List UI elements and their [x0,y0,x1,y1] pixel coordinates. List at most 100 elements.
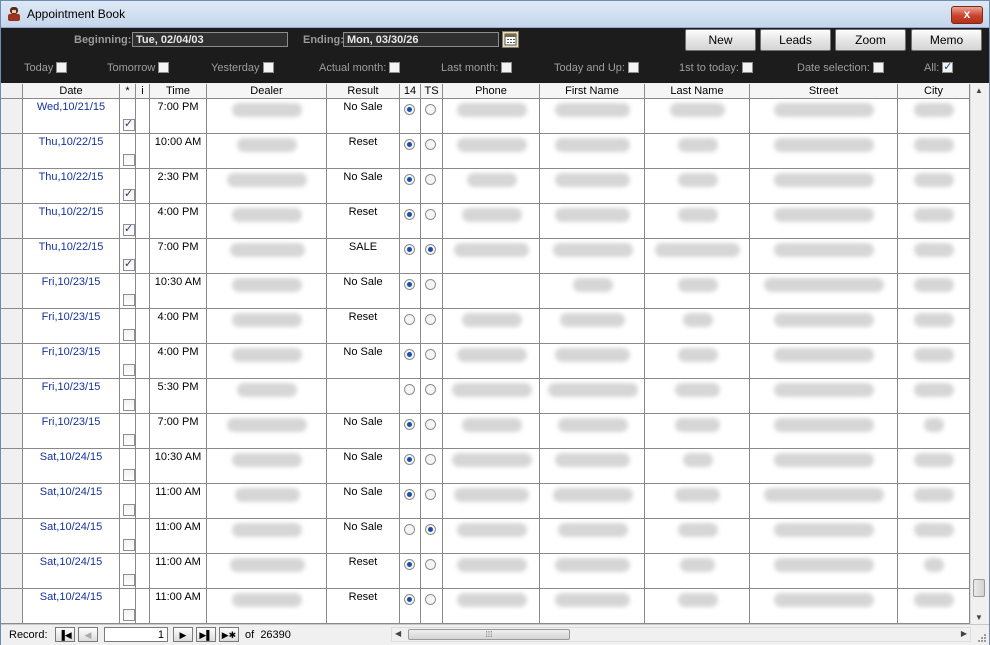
column-header-first-name[interactable]: First Name [540,84,645,99]
filter-today-and-up[interactable]: Today and Up: [554,62,639,76]
street-cell[interactable] [750,274,898,308]
last-name-cell[interactable] [645,309,750,343]
scroll-right-icon[interactable]: ▶ [961,629,967,638]
phone-cell[interactable] [443,554,540,588]
column-header-star[interactable]: * [120,84,136,99]
city-cell[interactable] [898,589,970,623]
time-cell[interactable]: 11:00 AM [150,589,207,623]
star-checkbox[interactable] [123,187,135,201]
phone-cell[interactable] [443,414,540,448]
result-cell[interactable]: Reset [327,309,400,343]
time-cell[interactable]: 10:00 AM [150,134,207,168]
time-cell[interactable]: 5:30 PM [150,379,207,413]
result-cell[interactable]: No Sale [327,519,400,553]
street-cell[interactable] [750,309,898,343]
result-cell[interactable]: Reset [327,554,400,588]
column-header-ts[interactable]: TS [421,84,443,99]
horizontal-scroll-thumb[interactable]: ⁞⁞⁞ [408,629,570,640]
star-checkbox[interactable] [123,329,135,341]
phone-cell[interactable] [443,379,540,413]
filter-tomorrow[interactable]: Tomorrow [107,62,170,76]
col-14-radio[interactable] [404,279,415,290]
first-name-cell[interactable] [540,99,645,133]
first-name-cell[interactable] [540,274,645,308]
table-row[interactable]: Sat,10/24/15 10:30 AM No Sale [1,449,970,484]
current-record-field[interactable]: 1 [104,627,168,642]
street-cell[interactable] [750,519,898,553]
filter-today-checkbox[interactable] [56,62,68,73]
ts-radio[interactable] [425,279,436,290]
street-cell[interactable] [750,554,898,588]
close-button[interactable]: x [951,6,983,24]
row-selector[interactable] [1,204,23,238]
date-cell[interactable]: Fri,10/23/15 [23,344,120,378]
filter-date-selection-checkbox[interactable] [872,62,884,73]
star-checkbox[interactable] [123,257,135,271]
beginning-date-field[interactable]: Tue, 02/04/03 [132,32,288,47]
time-cell[interactable]: 4:00 PM [150,344,207,378]
row-selector[interactable] [1,589,23,623]
star-checkbox[interactable] [123,539,135,551]
time-cell[interactable]: 11:00 AM [150,519,207,553]
time-cell[interactable]: 10:30 AM [150,449,207,483]
time-cell[interactable]: 11:00 AM [150,484,207,518]
result-cell[interactable]: No Sale [327,169,400,203]
scroll-down-icon[interactable]: ▼ [975,613,983,622]
city-cell[interactable] [898,134,970,168]
time-cell[interactable]: 4:00 PM [150,204,207,238]
last-name-cell[interactable] [645,414,750,448]
table-row[interactable]: Fri,10/23/15 4:00 PM No Sale [1,344,970,379]
first-name-cell[interactable] [540,309,645,343]
col-14-radio[interactable] [404,139,415,150]
result-cell[interactable]: Reset [327,589,400,623]
column-header-info[interactable]: i [136,84,150,99]
filter-actual-month[interactable]: Actual month: [319,62,401,76]
date-cell[interactable]: Sat,10/24/15 [23,589,120,623]
ts-radio[interactable] [425,489,436,500]
next-record-button[interactable]: ▶ [173,627,193,642]
last-name-cell[interactable] [645,169,750,203]
column-header-last-name[interactable]: Last Name [645,84,750,99]
col-14-radio[interactable] [404,174,415,185]
table-row[interactable]: Fri,10/23/15 4:00 PM Reset [1,309,970,344]
col-14-radio[interactable] [404,104,415,115]
filter-yesterday-checkbox[interactable] [262,62,274,73]
first-name-cell[interactable] [540,169,645,203]
column-header-time[interactable]: Time [150,84,207,99]
row-selector[interactable] [1,169,23,203]
filter-last-month-checkbox[interactable] [501,62,513,73]
last-name-cell[interactable] [645,204,750,238]
filter-date-selection[interactable]: Date selection: [797,62,884,76]
dealer-cell[interactable] [207,414,327,448]
first-name-cell[interactable] [540,449,645,483]
date-cell[interactable]: Thu,10/22/15 [23,204,120,238]
street-cell[interactable] [750,99,898,133]
city-cell[interactable] [898,414,970,448]
star-checkbox[interactable] [123,154,135,166]
street-cell[interactable] [750,449,898,483]
ts-radio[interactable] [425,524,436,535]
date-cell[interactable]: Sat,10/24/15 [23,554,120,588]
title-bar[interactable]: Appointment Book x [1,1,989,28]
last-name-cell[interactable] [645,379,750,413]
col-14-radio[interactable] [404,454,415,465]
street-cell[interactable] [750,414,898,448]
col-14-radio[interactable] [404,559,415,570]
col-14-radio[interactable] [404,314,415,325]
phone-cell[interactable] [443,239,540,273]
result-cell[interactable]: No Sale [327,414,400,448]
ending-date-field[interactable]: Mon, 03/30/26 [343,32,499,47]
result-cell[interactable]: No Sale [327,274,400,308]
phone-cell[interactable] [443,169,540,203]
phone-cell[interactable] [443,134,540,168]
table-row[interactable]: Thu,10/22/15 2:30 PM No Sale [1,169,970,204]
dealer-cell[interactable] [207,379,327,413]
zoom-button[interactable]: Zoom [835,29,906,51]
phone-cell[interactable] [443,449,540,483]
col-14-radio[interactable] [404,489,415,500]
last-name-cell[interactable] [645,449,750,483]
ts-radio[interactable] [425,559,436,570]
phone-cell[interactable] [443,484,540,518]
filter-first-to-today[interactable]: 1st to today: [679,62,753,76]
ts-radio[interactable] [425,384,436,395]
